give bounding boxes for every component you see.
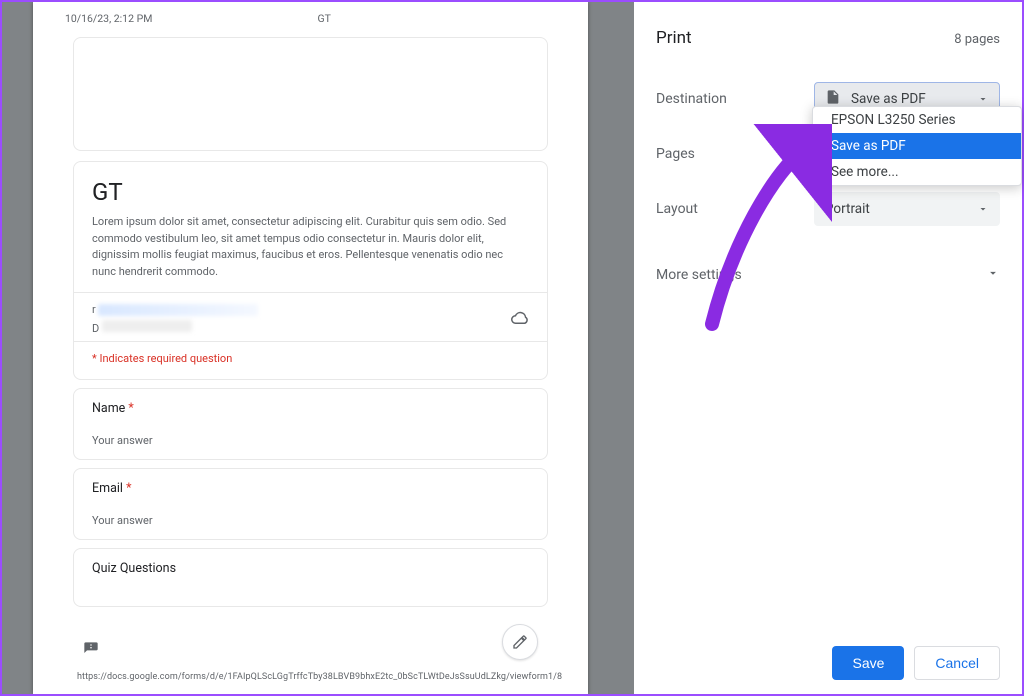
chevron-down-icon	[977, 203, 989, 219]
destination-label: Destination	[656, 91, 814, 107]
destination-value: Save as PDF	[851, 91, 926, 107]
answer-placeholder: Your answer	[92, 514, 529, 527]
save-button[interactable]: Save	[832, 646, 904, 680]
print-dialog-title: Print	[656, 28, 692, 48]
form-url: https://docs.google.com/forms/d/e/1FAIpQ…	[77, 672, 548, 682]
question-label: Quiz Questions	[92, 561, 529, 576]
destination-option[interactable]: EPSON L3250 Series	[813, 107, 1021, 133]
preview-header: 10/16/23, 2:12 PM GT	[33, 2, 588, 33]
question-card: Quiz Questions	[73, 548, 548, 607]
preview-page: 10/16/23, 2:12 PM GT GT Lorem ipsum dolo…	[33, 2, 588, 694]
pages-label: Pages	[656, 146, 814, 162]
question-card: Name * Your answer	[73, 388, 548, 460]
cloud-icon	[511, 309, 529, 330]
layout-select[interactable]: Portrait	[814, 192, 1000, 226]
print-preview-pane: 10/16/23, 2:12 PM GT GT Lorem ipsum dolo…	[2, 2, 634, 694]
question-label: Email *	[92, 481, 529, 496]
form-title: GT	[92, 178, 529, 206]
required-indicator: * Indicates required question	[92, 342, 529, 367]
print-settings-panel: Print 8 pages Destination Save as PDF EP…	[634, 2, 1022, 694]
preview-header-title: GT	[317, 12, 330, 25]
form-banner-image	[73, 37, 548, 151]
respondent-row: r D	[92, 293, 529, 341]
preview-timestamp: 10/16/23, 2:12 PM	[65, 12, 152, 25]
form-description: Lorem ipsum dolor sit amet, consectetur …	[92, 214, 529, 280]
destination-dropdown-menu[interactable]: EPSON L3250 Series Save as PDF See more.…	[812, 106, 1022, 186]
feedback-icon[interactable]	[83, 641, 99, 660]
chevron-down-icon	[986, 266, 1000, 284]
edit-response-fab[interactable]	[502, 624, 538, 660]
destination-option[interactable]: Save as PDF	[813, 133, 1021, 159]
more-settings-toggle[interactable]: More settings	[656, 256, 1000, 294]
layout-value: Portrait	[825, 201, 870, 217]
form-header-card: GT Lorem ipsum dolor sit amet, consectet…	[73, 161, 548, 380]
question-card: Email * Your answer	[73, 468, 548, 540]
pages-count: 8 pages	[954, 32, 1000, 47]
layout-label: Layout	[656, 201, 814, 217]
pencil-icon[interactable]	[502, 624, 538, 660]
question-label: Name *	[92, 401, 529, 416]
answer-placeholder: Your answer	[92, 434, 529, 447]
more-settings-label: More settings	[656, 267, 742, 283]
cancel-button[interactable]: Cancel	[914, 646, 1000, 680]
preview-footer: https://docs.google.com/forms/d/e/1FAIpQ…	[77, 672, 544, 682]
destination-option[interactable]: See more...	[813, 159, 1021, 185]
page-number: 1/8	[548, 672, 562, 682]
